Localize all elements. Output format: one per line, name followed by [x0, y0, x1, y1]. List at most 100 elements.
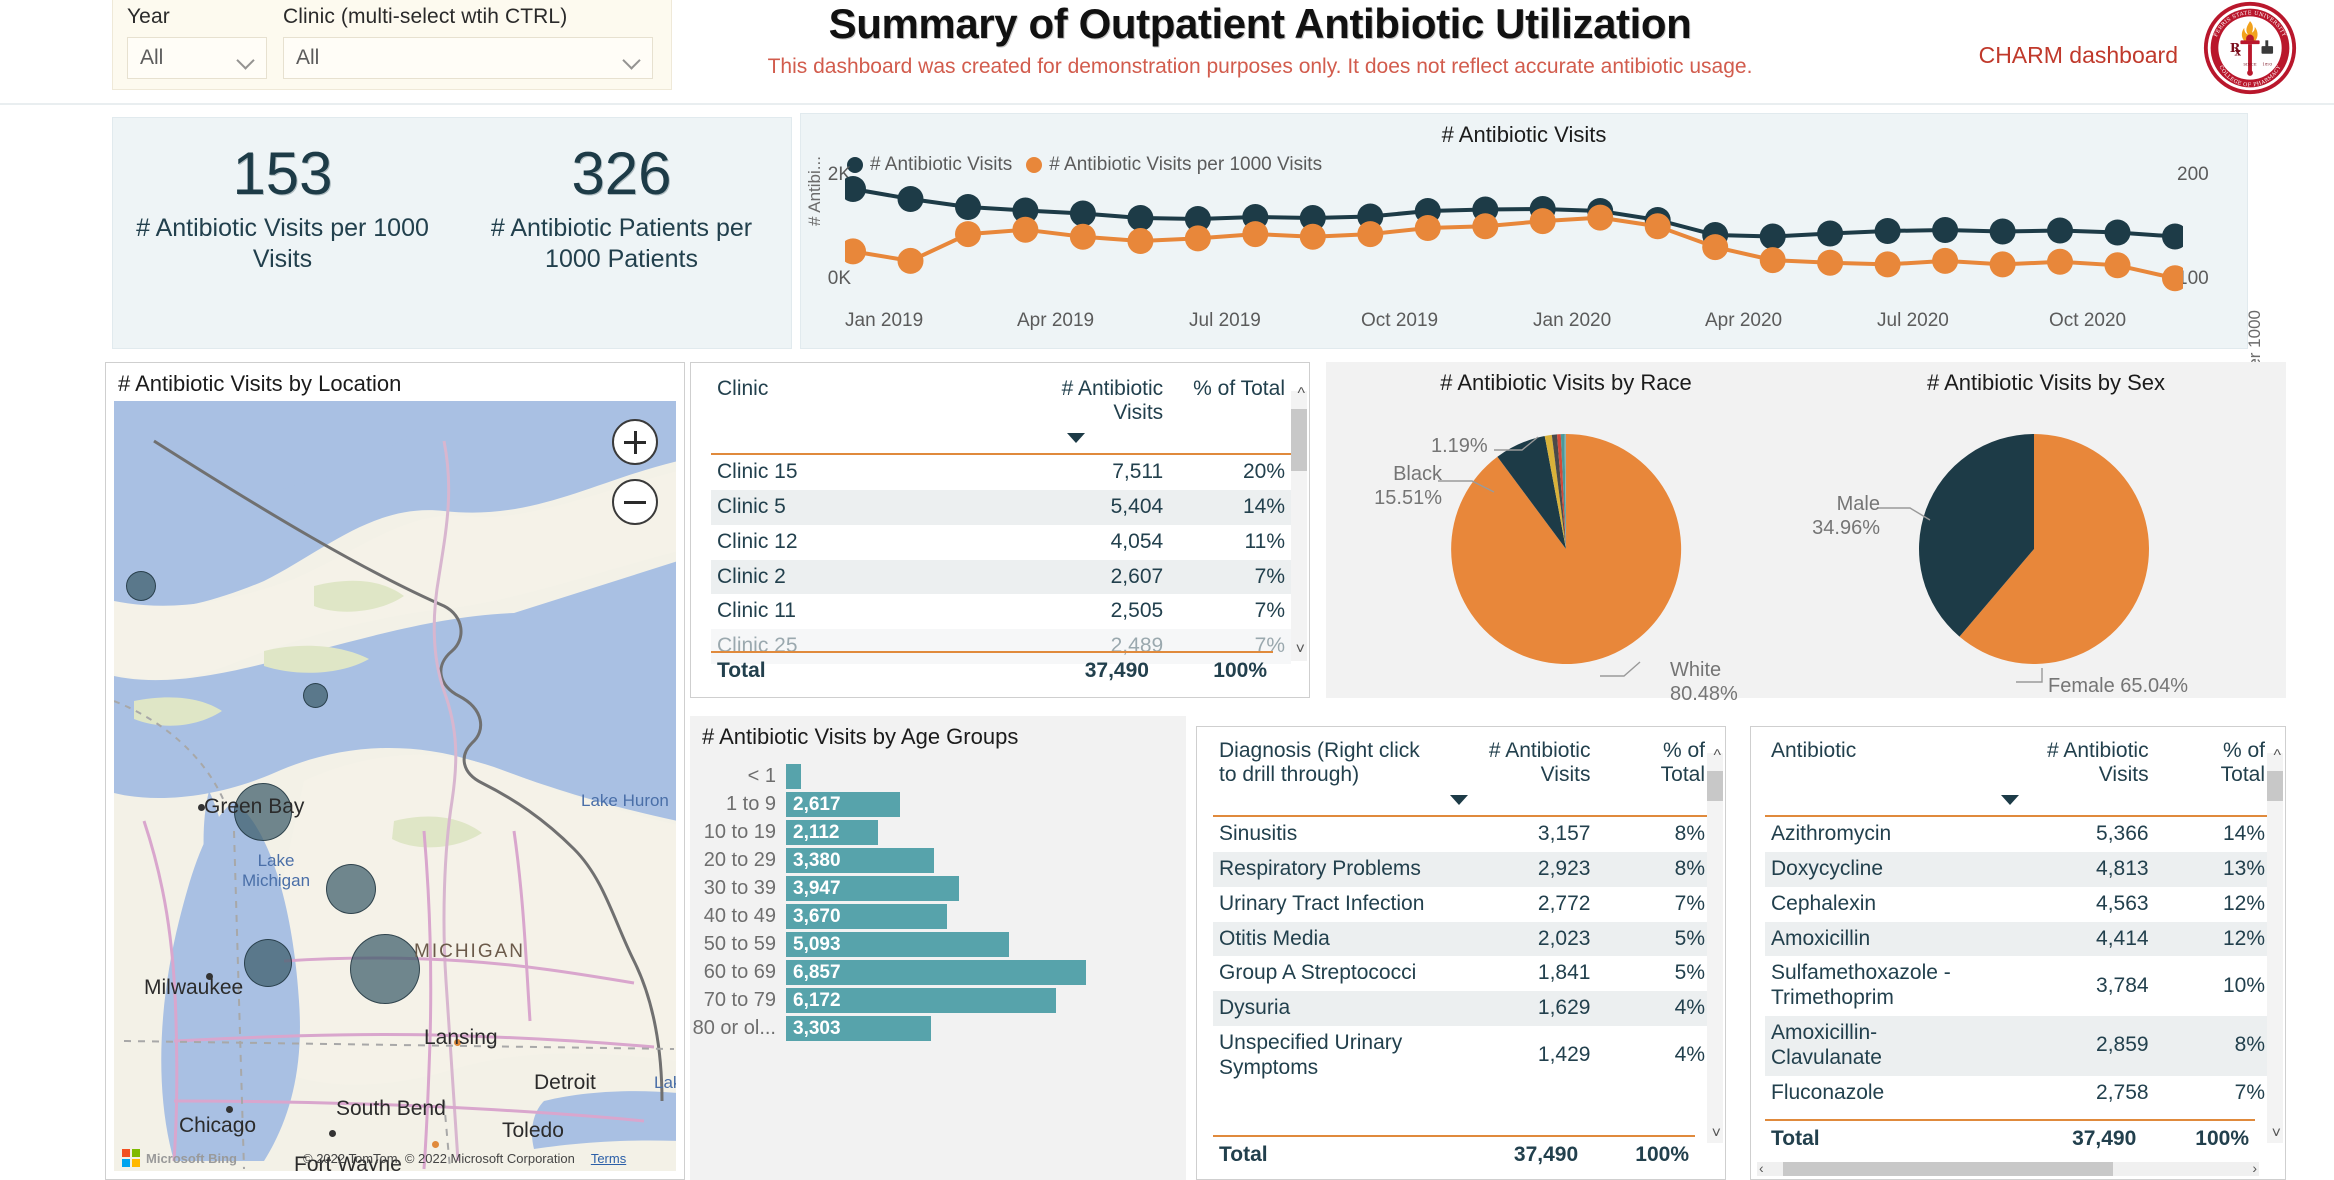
scroll-up-icon[interactable]: ^ [1713, 747, 1721, 765]
diagnosis-visits-col-header[interactable]: # Antibiotic Visits [1442, 735, 1596, 816]
age-bar[interactable]: 3,380 [786, 848, 934, 873]
line-data-point[interactable] [1127, 205, 1154, 231]
scroll-down-icon[interactable]: ˅ [1296, 641, 1305, 659]
map-bubble[interactable] [350, 934, 420, 1004]
line-data-point[interactable] [1817, 249, 1844, 276]
table-row[interactable]: Sulfamethoxazole -Trimethoprim 3,784 10% [1765, 956, 2271, 1016]
line-data-point[interactable] [955, 194, 981, 220]
line-data-point[interactable] [1759, 223, 1786, 250]
line-data-point[interactable] [1932, 217, 1959, 243]
list-item[interactable]: 30 to 39 3,947 [690, 876, 1176, 901]
year-filter-dropdown[interactable]: All [127, 37, 267, 79]
antibiotic-table-scroll-thumb[interactable] [2267, 771, 2283, 801]
line-data-point[interactable] [897, 186, 924, 212]
map-bubble[interactable] [126, 571, 156, 601]
age-bar[interactable]: 3,947 [786, 876, 959, 901]
race-pie-chart[interactable] [1326, 404, 1806, 694]
list-item[interactable]: 70 to 79 6,172 [690, 988, 1176, 1013]
clinic-table-scroll-thumb[interactable] [1291, 409, 1307, 471]
scroll-down-icon[interactable]: ˅ [2272, 1125, 2281, 1143]
line-data-point[interactable] [955, 221, 981, 248]
scroll-up-icon[interactable]: ^ [2273, 747, 2281, 765]
diagnosis-col-header[interactable]: Diagnosis (Right click to drill through) [1213, 735, 1442, 816]
list-item[interactable]: 60 to 69 6,857 [690, 960, 1176, 985]
line-data-point[interactable] [2162, 223, 2183, 250]
line-data-point[interactable] [845, 176, 866, 202]
antibiotic-table[interactable]: Antibiotic # Antibiotic Visits % of Tota… [1765, 735, 2271, 1110]
line-data-point[interactable] [1472, 213, 1499, 240]
sex-pie-chart[interactable] [1806, 404, 2286, 694]
table-row[interactable]: Unspecified Urinary Symptoms 1,429 4% [1213, 1026, 1711, 1086]
list-item[interactable]: 10 to 19 2,112 [690, 820, 1176, 845]
map-canvas[interactable]: Lake Huron Green Bay Lake Michigan MICHIG… [114, 401, 676, 1171]
visits-col-header[interactable]: # Antibiotic Visits [984, 373, 1170, 454]
table-row[interactable]: Azithromycin 5,366 14% [1765, 816, 2271, 852]
diagnosis-table-scrollbar[interactable] [1707, 753, 1723, 1143]
line-data-point[interactable] [1299, 223, 1326, 250]
table-row[interactable]: Amoxicillin- Clavulanate 2,859 8% [1765, 1016, 2271, 1076]
line-data-point[interactable] [2047, 248, 2073, 275]
scroll-left-icon[interactable]: ‹ [1759, 1160, 1764, 1176]
line-data-point[interactable] [1989, 218, 2016, 245]
table-row[interactable]: Clinic 15 7,511 20% [711, 454, 1291, 490]
line-data-point[interactable] [1702, 234, 1729, 261]
line-chart-plot[interactable] [845, 176, 2183, 306]
table-row[interactable]: Cephalexin 4,563 12% [1765, 887, 2271, 922]
diagnosis-table[interactable]: Diagnosis (Right click to drill through)… [1213, 735, 1711, 1086]
line-data-point[interactable] [1127, 228, 1154, 254]
line-data-point[interactable] [2047, 217, 2073, 244]
line-data-point[interactable] [2104, 252, 2131, 279]
line-data-point[interactable] [2104, 219, 2131, 246]
line-data-point[interactable] [1759, 247, 1786, 274]
table-row[interactable]: Dysuria 1,629 4% [1213, 991, 1711, 1027]
line-data-point[interactable] [845, 238, 866, 265]
scroll-down-icon[interactable]: ˅ [1712, 1125, 1721, 1143]
map-bubble[interactable] [326, 864, 376, 914]
antibiotic-table-hscrollbar[interactable]: ‹ › [1757, 1160, 2259, 1176]
line-data-point[interactable] [1184, 225, 1211, 252]
table-row[interactable]: Clinic 5 5,404 14% [711, 490, 1291, 525]
scroll-right-icon[interactable]: › [2252, 1160, 2257, 1176]
line-data-point[interactable] [1874, 218, 1901, 244]
pct-col-header[interactable]: % of Total [1169, 373, 1291, 454]
line-data-point[interactable] [1644, 213, 1671, 240]
age-bar[interactable]: 2,112 [786, 820, 878, 845]
map-bubble[interactable] [244, 939, 292, 987]
age-bar[interactable]: 3,670 [786, 904, 947, 929]
line-data-point[interactable] [1989, 251, 2016, 278]
age-bar[interactable]: 6,857 [786, 960, 1086, 985]
line-data-point[interactable] [1242, 221, 1269, 248]
age-bar[interactable] [786, 764, 801, 789]
table-row[interactable]: Sinusitis 3,157 8% [1213, 816, 1711, 852]
scroll-up-icon[interactable]: ^ [1297, 385, 1305, 403]
table-row[interactable]: Group A Streptococci 1,841 5% [1213, 956, 1711, 991]
line-data-point[interactable] [1069, 223, 1096, 250]
table-row[interactable]: Clinic 12 4,054 11% [711, 525, 1291, 560]
table-row[interactable]: Fluconazole 2,758 7% [1765, 1076, 2271, 1111]
antibiotic-table-scrollbar[interactable] [2267, 753, 2283, 1143]
age-bar[interactable]: 5,093 [786, 932, 1009, 957]
table-row[interactable]: Amoxicillin 4,414 12% [1765, 921, 2271, 957]
antibiotic-visits-col-header[interactable]: # Antibiotic Visits [1993, 735, 2155, 816]
antibiotic-col-header[interactable]: Antibiotic [1765, 735, 1993, 816]
table-row[interactable]: Clinic 11 2,505 7% [711, 594, 1291, 629]
list-item[interactable]: 1 to 9 2,617 [690, 792, 1176, 817]
line-data-point[interactable] [1069, 200, 1096, 227]
table-row[interactable]: Respiratory Problems 2,923 8% [1213, 852, 1711, 887]
map-terms-link[interactable]: Terms [591, 1151, 626, 1166]
clinic-table[interactable]: Clinic # Antibiotic Visits % of Total Cl… [711, 373, 1291, 665]
diagnosis-table-scroll-thumb[interactable] [1707, 771, 1723, 801]
table-row[interactable]: Otitis Media 2,023 5% [1213, 921, 1711, 957]
list-item[interactable]: 20 to 29 3,380 [690, 848, 1176, 873]
clinic-col-header[interactable]: Clinic [711, 373, 984, 454]
line-data-point[interactable] [1414, 215, 1441, 241]
age-bar[interactable]: 2,617 [786, 792, 900, 817]
line-data-point[interactable] [1932, 247, 1959, 274]
age-bar[interactable]: 6,172 [786, 988, 1056, 1013]
list-item[interactable]: < 1 [690, 764, 1176, 789]
legend-item-per-1000[interactable]: # Antibiotic Visits per 1000 Visits [1026, 154, 1322, 176]
map-bubble[interactable] [303, 683, 328, 708]
line-data-point[interactable] [1874, 251, 1901, 278]
legend-item-visits[interactable]: # Antibiotic Visits [847, 154, 1012, 176]
line-data-point[interactable] [1587, 204, 1614, 231]
